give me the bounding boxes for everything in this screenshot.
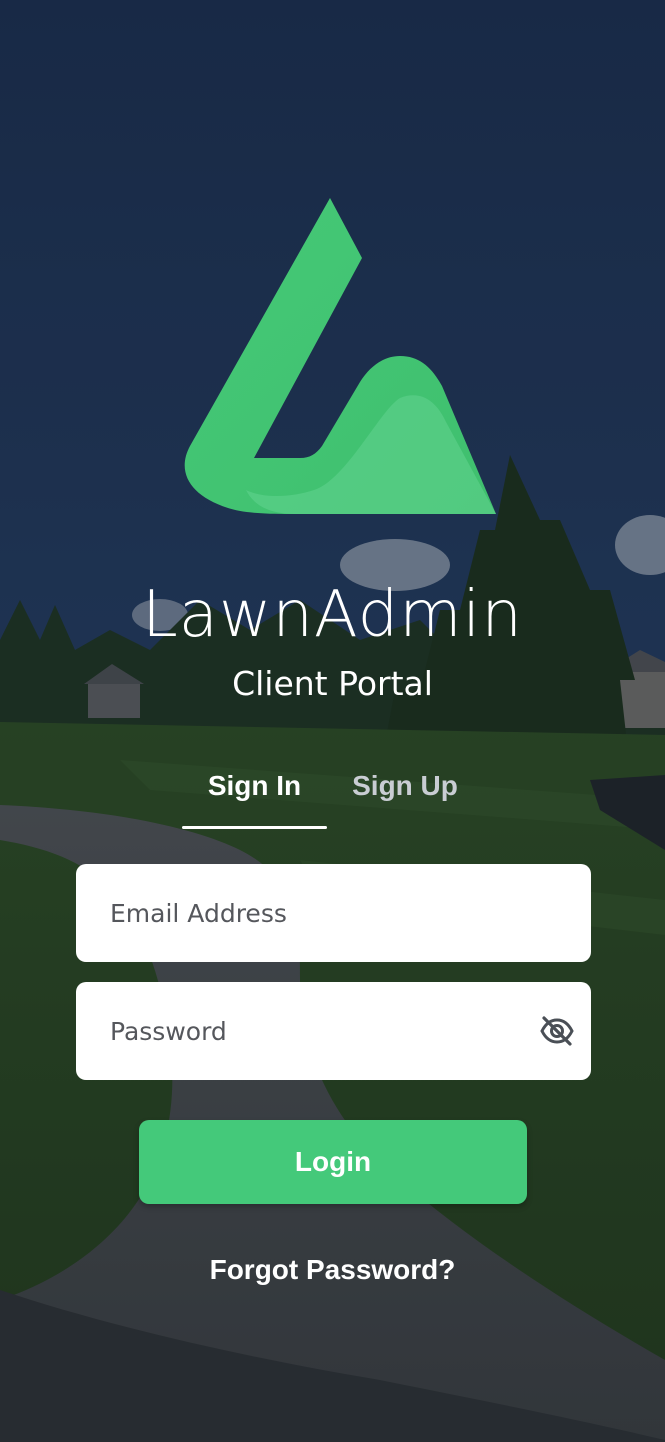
app-title: LawnAdmin <box>142 578 523 652</box>
forgot-password-link[interactable]: Forgot Password? <box>0 1254 665 1286</box>
app-subtitle: Client Portal <box>232 664 433 703</box>
lawnadmin-logo-icon <box>170 190 500 520</box>
tab-sign-in[interactable]: Sign In <box>182 770 327 810</box>
tab-sign-up[interactable]: Sign Up <box>330 770 480 810</box>
active-tab-indicator <box>182 826 327 829</box>
login-button[interactable]: Login <box>139 1120 527 1204</box>
password-input[interactable] <box>76 982 591 1080</box>
eye-off-icon[interactable] <box>539 1013 575 1049</box>
password-field-container <box>76 982 591 1080</box>
email-input[interactable] <box>76 864 591 962</box>
email-field-container <box>76 864 591 962</box>
